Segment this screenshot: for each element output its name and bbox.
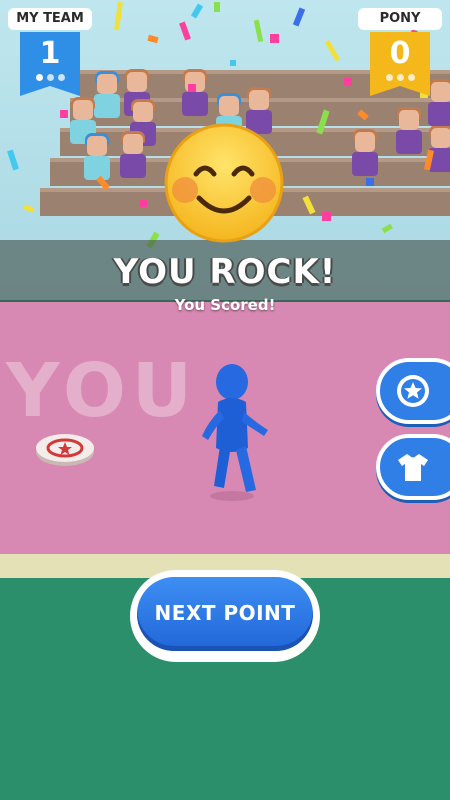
point-dot	[57, 74, 65, 81]
away-team-score: 0	[389, 36, 411, 71]
result-title: YOU ROCK!	[113, 252, 337, 292]
result-subtitle: You Scored!	[174, 296, 276, 314]
away-point-dots	[370, 74, 430, 81]
point-dot	[35, 74, 43, 81]
home-team-badge: MY TEAM 1	[8, 8, 92, 96]
spectator	[352, 129, 378, 176]
next-point-button[interactable]: NEXT POINT	[130, 570, 320, 662]
home-team-flag: 1	[20, 32, 80, 96]
spectator	[428, 125, 450, 172]
field-painted-word: YOU	[6, 348, 198, 434]
smiling-face-icon	[164, 123, 284, 243]
home-team-name: MY TEAM	[8, 8, 92, 30]
next-point-label: NEXT POINT	[154, 601, 296, 625]
point-dot	[385, 74, 393, 81]
spectator	[84, 133, 110, 180]
star-button[interactable]	[376, 358, 450, 424]
home-team-score: 1	[39, 36, 61, 71]
star-icon	[397, 375, 429, 407]
spectator	[396, 107, 422, 154]
shirt-icon	[398, 454, 428, 481]
away-team-badge: PONY 0	[358, 8, 442, 96]
frisbee-disc	[36, 434, 94, 466]
player-character	[202, 364, 268, 501]
point-dot	[407, 74, 415, 81]
away-team-flag: 0	[370, 32, 430, 96]
shirt-button[interactable]	[376, 434, 450, 500]
spectator	[182, 69, 208, 116]
away-team-name: PONY	[358, 8, 442, 30]
point-dot	[46, 74, 54, 81]
home-point-dots	[20, 74, 80, 81]
spectator	[94, 71, 120, 118]
next-point-button-face[interactable]: NEXT POINT	[137, 577, 313, 651]
spectator	[120, 131, 146, 178]
point-dot	[396, 74, 404, 81]
